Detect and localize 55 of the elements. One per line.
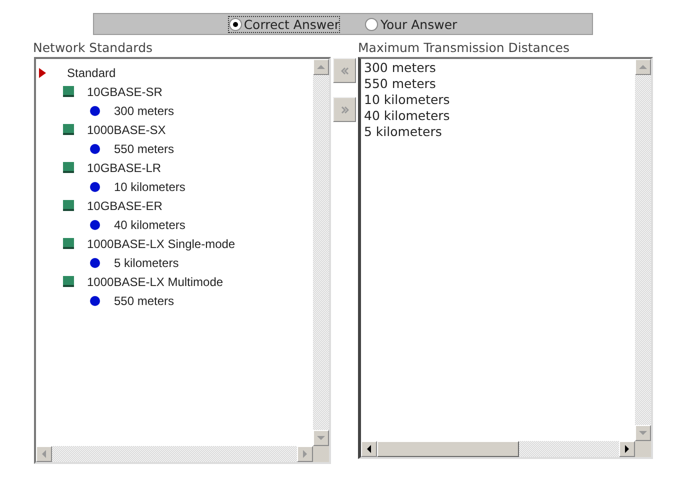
tree-item[interactable]: Standard (67, 66, 116, 80)
scroll-up-arrow-icon (639, 63, 647, 71)
square-icon (63, 86, 74, 97)
scroll-right-arrow-icon (623, 445, 631, 453)
dot-icon (90, 182, 100, 192)
dot-icon (90, 258, 100, 268)
scrollbar-corner (313, 446, 329, 462)
tree-item[interactable]: 550 meters (114, 294, 174, 308)
tree-item[interactable]: 1000BASE-LX Multimode (87, 274, 224, 288)
scroll-up-button[interactable] (313, 59, 329, 75)
tree-item[interactable]: 1000BASE-SX (87, 122, 166, 136)
scroll-up-arrow-icon (317, 63, 325, 71)
double-right-arrow-icon (340, 106, 348, 114)
scroll-left-arrow-icon (365, 445, 373, 453)
tree-item[interactable]: 5 kilometers (114, 256, 179, 270)
move-right-button[interactable] (333, 97, 356, 122)
answer-radio-option[interactable]: Correct Answer (228, 16, 340, 32)
caret-icon (39, 68, 47, 78)
scroll-down-arrow-icon (639, 429, 647, 437)
tree-item[interactable]: 10GBASE-ER (87, 198, 162, 212)
square-icon (63, 276, 74, 287)
panel-title: Maximum Transmission Distances (358, 40, 570, 55)
square-icon (63, 238, 74, 249)
scroll-down-button[interactable] (313, 430, 329, 446)
square-icon (63, 162, 74, 173)
answer-radio-option[interactable]: Your Answer (365, 16, 458, 32)
panel-title: Network Standards (33, 40, 153, 55)
tree-item[interactable]: 10 kilometers (114, 180, 186, 194)
tree-item[interactable]: 550 meters (114, 142, 174, 156)
scrollbar-thumb[interactable] (377, 441, 519, 457)
square-icon (63, 124, 74, 135)
list-item[interactable]: 5 kilometers (364, 124, 635, 140)
tree-item[interactable]: 300 meters (114, 104, 174, 118)
double-left-arrow-icon (340, 66, 348, 74)
scroll-left-button[interactable] (361, 441, 377, 457)
dot-icon (90, 106, 100, 116)
tree-item[interactable]: 10GBASE-LR (87, 160, 162, 174)
dot-icon (90, 296, 100, 306)
dot-icon (90, 220, 100, 230)
scroll-right-button[interactable] (619, 441, 635, 457)
scroll-right-arrow-icon (301, 450, 309, 458)
scroll-left-arrow-icon (40, 450, 48, 458)
dot-icon (90, 144, 100, 154)
tree-item[interactable]: 40 kilometers (114, 218, 186, 232)
square-icon (63, 200, 74, 211)
list-item[interactable]: 40 kilometers (364, 108, 635, 124)
tree-item[interactable]: 1000BASE-LX Single-mode (87, 236, 236, 250)
scroll-down-arrow-icon (317, 434, 325, 442)
list-item[interactable]: 550 meters (364, 76, 635, 92)
list-item[interactable]: 300 meters (364, 60, 635, 76)
list-item[interactable]: 10 kilometers (364, 92, 635, 108)
scroll-up-button[interactable] (635, 59, 651, 75)
move-left-button[interactable] (333, 58, 356, 83)
tree-item[interactable]: 10GBASE-SR (87, 84, 162, 98)
scrollbar-corner (635, 441, 651, 457)
